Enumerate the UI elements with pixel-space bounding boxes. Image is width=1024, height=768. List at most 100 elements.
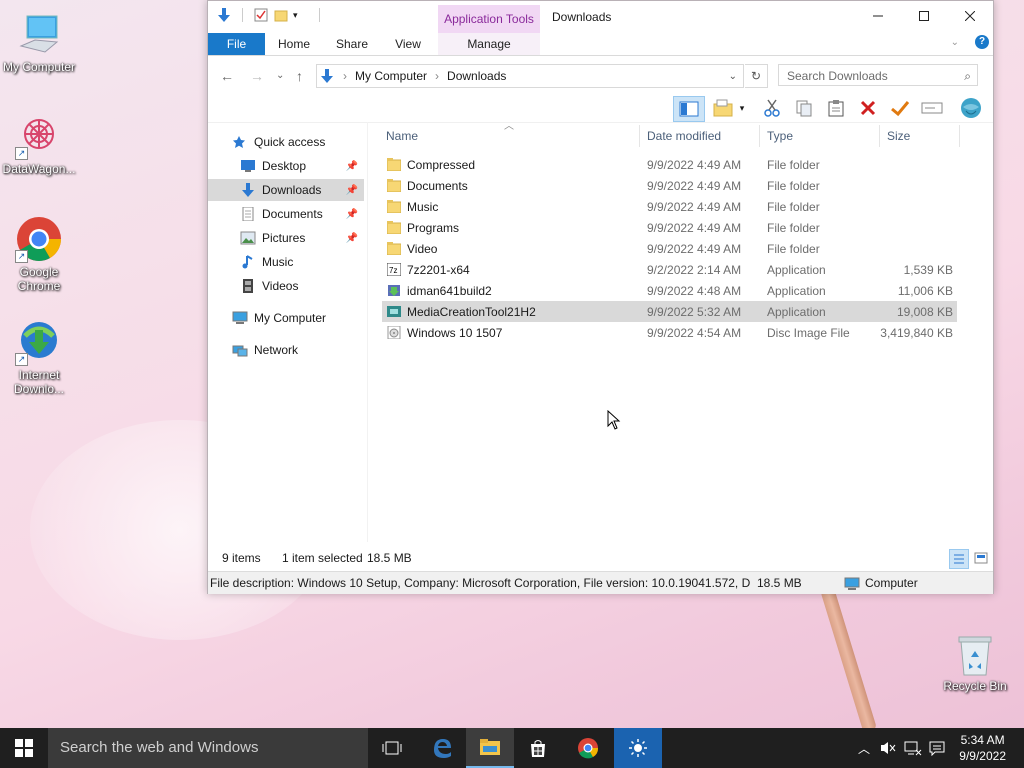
documents-icon	[240, 206, 256, 222]
cut-icon[interactable]	[759, 96, 785, 120]
tab-share[interactable]: Share	[330, 33, 374, 55]
folder-icon	[386, 200, 402, 214]
desktop-icon-google-chrome[interactable]: ↗ Google Chrome	[0, 215, 78, 293]
clock-date: 9/9/2022	[959, 749, 1006, 763]
file-type: File folder	[767, 157, 820, 172]
nav-network[interactable]: Network	[208, 339, 364, 361]
nav-item-videos[interactable]: Videos	[208, 275, 364, 297]
wallpaper-stem	[820, 585, 878, 734]
checkmark-icon[interactable]	[887, 96, 913, 120]
minimize-button[interactable]	[855, 1, 901, 31]
file-row[interactable]: idman641build2 9/9/2022 4:48 AM Applicatio…	[382, 280, 957, 301]
column-header-date-modified[interactable]: Date modified	[647, 125, 721, 147]
large-icons-view-icon[interactable]	[973, 550, 989, 566]
globe-icon[interactable]	[958, 96, 984, 120]
file-row[interactable]: MediaCreationTool21H2 9/9/2022 5:32 AM App…	[382, 301, 957, 322]
back-button[interactable]: ←	[220, 68, 234, 84]
taskbar-edge[interactable]	[418, 728, 466, 768]
nav-quick-access[interactable]: Quick access	[208, 131, 364, 153]
file-type: File folder	[767, 178, 820, 193]
view-dropdown-icon[interactable]: ▾	[735, 96, 749, 120]
copy-icon[interactable]	[791, 96, 817, 120]
column-separator[interactable]	[879, 125, 880, 147]
file-row[interactable]: 7z 7z2201-x64 9/2/2022 2:14 AM Application 1…	[382, 259, 957, 280]
desktop-icon-recycle-bin[interactable]: Recycle Bin	[936, 633, 1014, 693]
action-center-icon[interactable]	[929, 740, 945, 759]
new-folder-icon[interactable]	[273, 7, 289, 23]
breadcrumb-my-computer[interactable]: My Computer	[355, 69, 427, 83]
column-header-name[interactable]: Name	[386, 125, 418, 147]
file-row[interactable]: Compressed 9/9/2022 4:49 AM File folder	[382, 154, 957, 175]
media-creation-tool-icon	[387, 305, 401, 318]
shortcut-arrow-icon: ↗	[15, 147, 28, 160]
desktop-icon-internet-download-manager[interactable]: ↗ Internet Downlo...	[0, 318, 78, 396]
pictures-icon	[240, 231, 256, 245]
up-button[interactable]: ↑	[296, 68, 303, 84]
taskbar-file-explorer[interactable]	[466, 728, 514, 768]
expand-ribbon-icon[interactable]: ⌄	[951, 37, 959, 48]
customize-qat-icon[interactable]: ▾	[293, 7, 309, 23]
help-icon[interactable]: ?	[975, 35, 989, 49]
view-options-icon[interactable]	[711, 96, 737, 120]
tab-home[interactable]: Home	[271, 33, 317, 55]
desktop-icon-datawagon[interactable]: ↗ DataWagon...	[0, 112, 78, 176]
paste-icon[interactable]	[823, 96, 849, 120]
file-row[interactable]: Video 9/9/2022 4:49 AM File folder	[382, 238, 957, 259]
maximize-button[interactable]	[901, 1, 947, 31]
download-arrow-icon	[240, 183, 256, 197]
volume-muted-icon[interactable]	[880, 740, 896, 759]
column-separator[interactable]	[759, 125, 760, 147]
tab-view[interactable]: View	[386, 33, 430, 55]
file-row[interactable]: Programs 9/9/2022 4:49 AM File folder	[382, 217, 957, 238]
preview-pane-icon[interactable]	[673, 96, 705, 122]
taskbar-search-box[interactable]: Search the web and Windows	[48, 728, 368, 768]
breadcrumb-downloads[interactable]: Downloads	[447, 69, 506, 83]
nav-item-pictures[interactable]: Pictures 📌	[208, 227, 364, 249]
desktop-icon-my-computer[interactable]: My Computer	[0, 10, 78, 74]
task-view-button[interactable]	[368, 728, 416, 768]
close-button[interactable]	[947, 1, 993, 31]
column-separator[interactable]	[959, 125, 960, 147]
taskbar-chrome[interactable]	[564, 728, 612, 768]
file-date-modified: 9/9/2022 4:49 AM	[647, 157, 742, 172]
properties-icon[interactable]	[253, 7, 269, 23]
tab-manage[interactable]: Manage	[438, 33, 540, 55]
network-status-icon[interactable]	[904, 740, 922, 759]
pin-icon: 📌	[345, 208, 358, 220]
rename-icon[interactable]	[919, 96, 945, 120]
tab-file[interactable]: File	[208, 33, 265, 55]
nav-item-desktop[interactable]: Desktop 📌	[208, 155, 364, 177]
column-header-type[interactable]: Type	[767, 125, 793, 147]
file-row[interactable]: Music 9/9/2022 4:49 AM File folder	[382, 196, 957, 217]
nav-label: Videos	[262, 279, 299, 293]
datawagon-icon: ↗	[15, 112, 63, 160]
address-bar[interactable]: › My Computer › Downloads ⌄	[316, 64, 744, 88]
nav-label: Pictures	[262, 231, 306, 245]
nav-my-computer[interactable]: My Computer	[208, 307, 364, 329]
search-icon: ⌕	[964, 69, 971, 83]
file-row[interactable]: Windows 10 1507 9/9/2022 4:54 AM Disc Imag…	[382, 322, 957, 343]
nav-item-documents[interactable]: Documents 📌	[208, 203, 364, 225]
column-header-size[interactable]: Size	[887, 125, 910, 147]
pin-icon: 📌	[345, 160, 358, 172]
nav-item-music[interactable]: Music	[208, 251, 364, 273]
show-hidden-icons-icon[interactable]: ︿	[858, 740, 870, 757]
windows-logo-icon	[15, 739, 33, 757]
file-type: File folder	[767, 241, 820, 256]
file-name: Music	[407, 199, 439, 214]
taskbar-store[interactable]	[514, 728, 562, 768]
system-clock[interactable]: 5:34 AM 9/9/2022	[959, 732, 1006, 764]
search-input[interactable]: Search Downloads ⌕	[778, 64, 978, 86]
forward-button[interactable]: →	[250, 68, 264, 84]
refresh-button[interactable]: ↻	[745, 64, 768, 88]
column-separator[interactable]	[639, 125, 640, 147]
file-row[interactable]: Documents 9/9/2022 4:49 AM File folder	[382, 175, 957, 196]
details-view-icon[interactable]	[949, 549, 969, 569]
address-dropdown-icon[interactable]: ⌄	[729, 71, 737, 82]
nav-item-downloads[interactable]: Downloads 📌	[208, 179, 364, 201]
taskbar-settings-app[interactable]	[614, 728, 662, 768]
recent-locations-icon[interactable]: ⌄	[276, 70, 284, 81]
delete-icon[interactable]	[855, 96, 881, 120]
file-name: Windows 10 1507	[407, 325, 503, 340]
start-button[interactable]	[0, 728, 48, 768]
